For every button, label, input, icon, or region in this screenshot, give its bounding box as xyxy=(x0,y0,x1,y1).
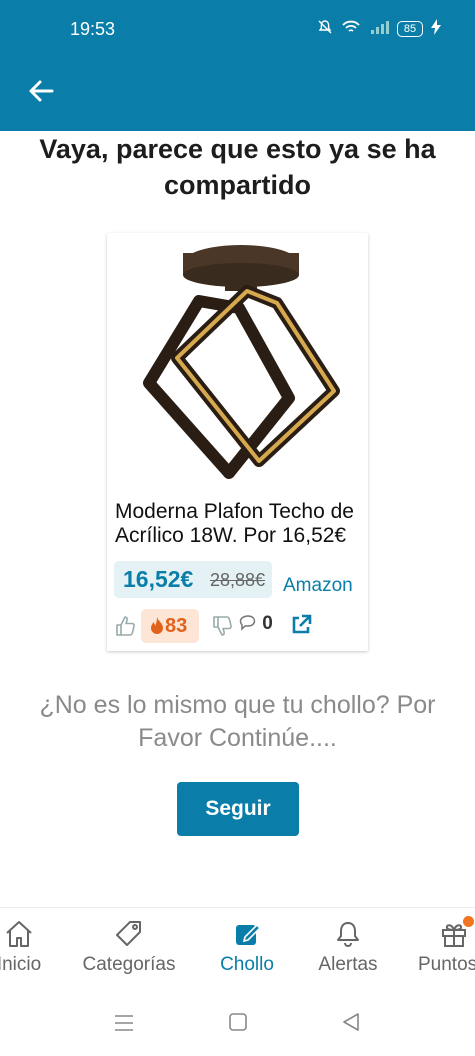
status-icons: 85 xyxy=(317,19,441,38)
external-link-icon[interactable] xyxy=(290,614,312,636)
temperature-value: 83 xyxy=(165,615,188,637)
nav-alertas-label: Alertas xyxy=(318,954,378,975)
nav-puntos-label: Puntos xyxy=(418,954,475,975)
nav-inicio[interactable]: Inicio xyxy=(0,918,54,976)
notification-dot xyxy=(463,916,474,927)
nav-alertas[interactable]: Alertas xyxy=(310,918,386,976)
status-time: 19:53 xyxy=(70,19,116,39)
bell-icon xyxy=(337,922,359,947)
comments-value: 0 xyxy=(262,613,273,634)
thumb-down-icon[interactable] xyxy=(211,615,233,637)
price-box: 16,52€ 28,88€ xyxy=(114,561,272,598)
app-header: 19:53 85 xyxy=(0,0,475,131)
edit-icon xyxy=(236,923,262,945)
status-bar: 19:53 85 xyxy=(0,0,475,60)
recent-apps-icon[interactable] xyxy=(113,1013,135,1033)
comments-count[interactable]: 0 xyxy=(239,613,273,635)
back-arrow-icon[interactable] xyxy=(26,76,56,106)
wifi-icon xyxy=(341,19,361,38)
nav-puntos[interactable]: Puntos xyxy=(418,916,475,976)
battery-icon: 85 xyxy=(397,20,423,37)
nav-chollo[interactable]: Chollo xyxy=(212,918,282,976)
charging-icon xyxy=(431,19,441,38)
old-price: 28,88€ xyxy=(210,570,266,590)
nav-inicio-label: Inicio xyxy=(0,954,42,975)
temperature-badge: 83 xyxy=(141,609,199,643)
home-icon xyxy=(6,921,32,947)
deal-price: 16,52€ xyxy=(123,566,194,592)
thumb-up-icon[interactable] xyxy=(114,615,136,637)
nav-categorias[interactable]: Categorías xyxy=(76,918,182,976)
deal-actions: 83 0 xyxy=(114,609,364,643)
deal-title[interactable]: Moderna Plafon Techo de Acrílico 18W. Po… xyxy=(115,500,363,566)
confirmation-question: ¿No es lo mismo que tu chollo? Por Favor… xyxy=(39,691,436,752)
nav-categorias-label: Categorías xyxy=(82,954,176,975)
mute-icon xyxy=(317,19,333,38)
merchant-link[interactable]: Amazon xyxy=(283,575,353,597)
page-title: Vaya, parece que esto ya se ha compartid… xyxy=(39,134,436,200)
product-image xyxy=(143,245,340,479)
bottom-navigation: Inicio Categorías Chollo Alertas Puntos xyxy=(0,907,475,998)
continue-button[interactable]: Seguir xyxy=(177,782,299,836)
nav-chollo-label: Chollo xyxy=(220,954,274,975)
comment-icon xyxy=(239,615,256,631)
home-button-icon[interactable] xyxy=(228,1012,248,1032)
flame-icon xyxy=(151,617,163,634)
system-navigation-bar xyxy=(0,997,475,1056)
back-button-icon[interactable] xyxy=(341,1012,361,1032)
deal-card[interactable]: Moderna Plafon Techo de Acrílico 18W. Po… xyxy=(107,233,368,651)
signal-icon xyxy=(369,19,389,38)
tag-icon xyxy=(116,921,141,946)
